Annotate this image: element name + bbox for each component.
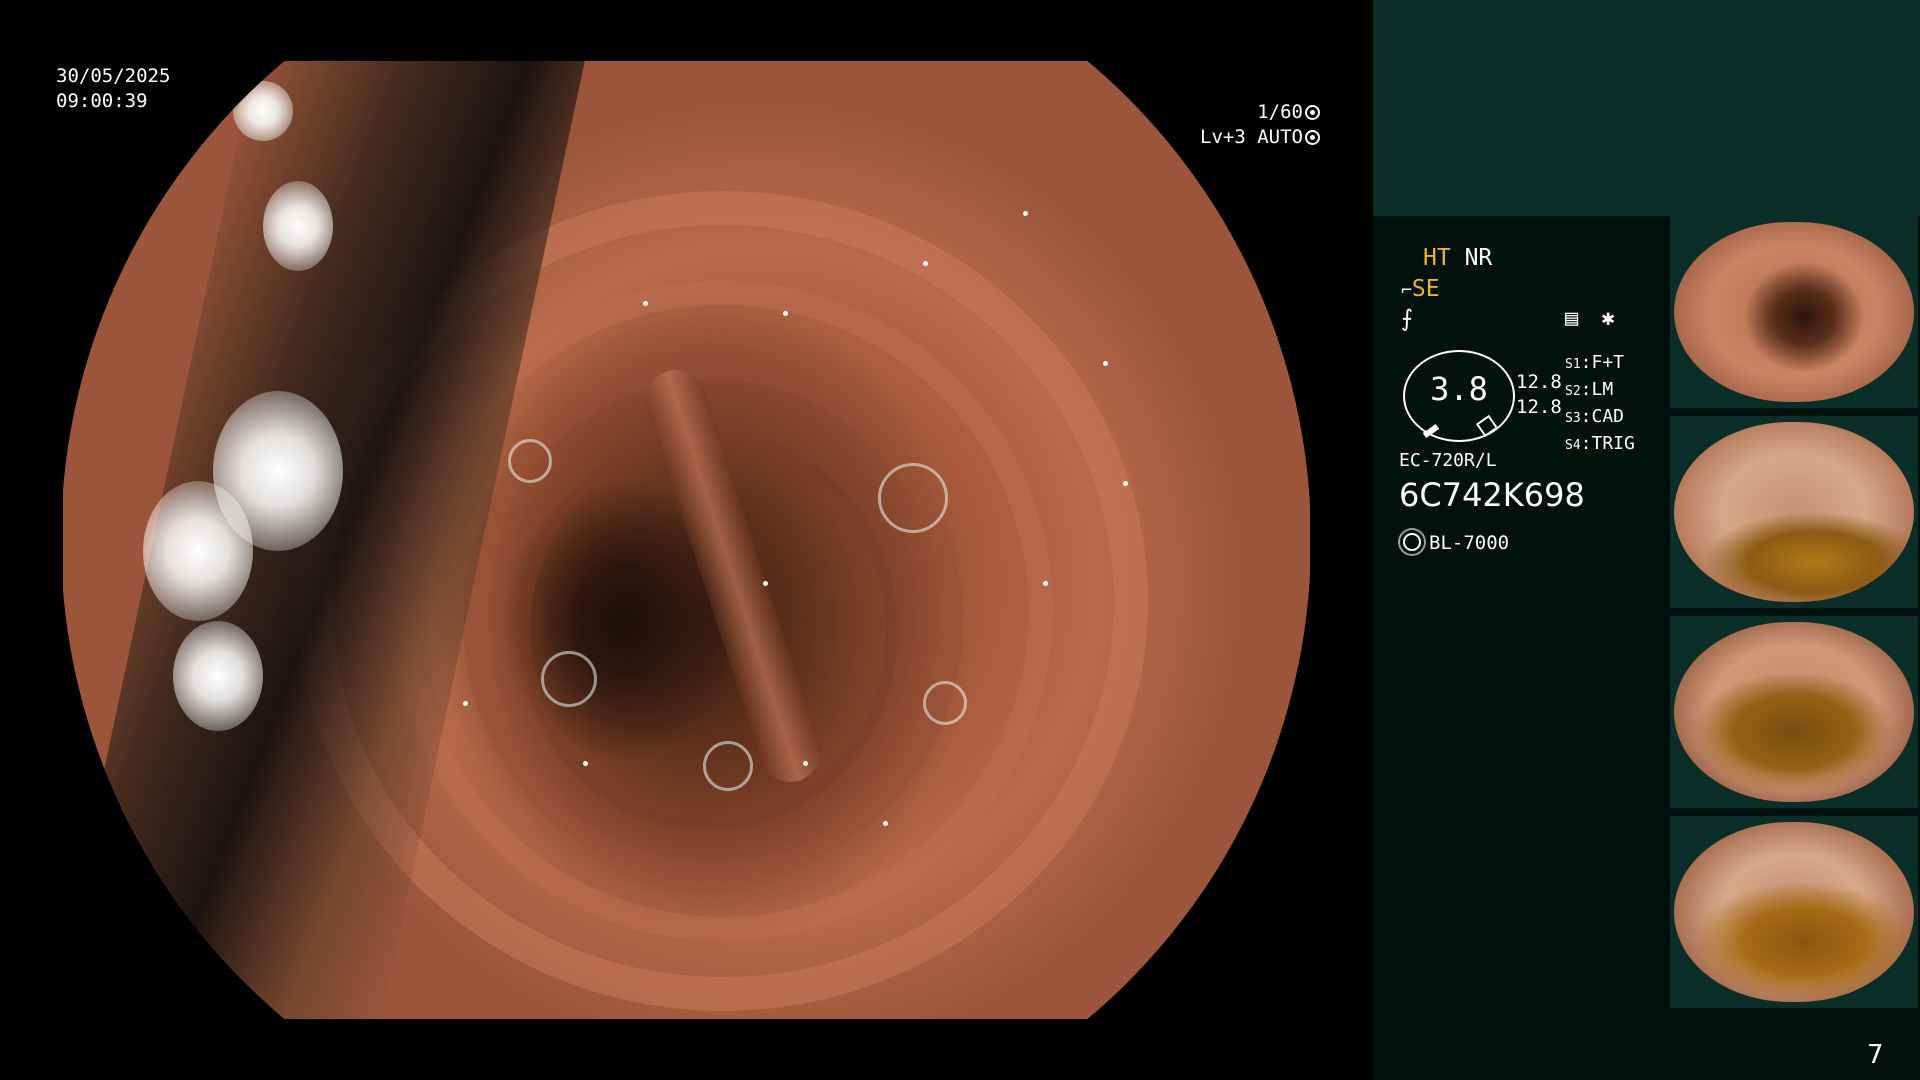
se-label: SE — [1411, 276, 1440, 302]
gauge-numbers: 12.8 12.8 — [1516, 370, 1562, 420]
gauge: 3.8 — [1403, 350, 1515, 442]
switch-row: S4:TRIG — [1565, 433, 1635, 454]
switch-value: TRIG — [1591, 433, 1635, 454]
switch-key: S1 — [1565, 357, 1581, 372]
switch-value: LM — [1591, 379, 1614, 400]
endoscope-view: 30/05/2025 09:00:39 1/60 Lv+3 AUTO — [0, 0, 1373, 1080]
shutter-label: 1/60 — [1257, 101, 1303, 123]
reflection — [803, 761, 808, 766]
light-source-label: BL-7000 — [1429, 532, 1510, 554]
gauge-number-2: 12.8 — [1516, 396, 1562, 418]
endoscopic-image — [61, 61, 1310, 1019]
reflection — [1043, 581, 1048, 586]
scope-model: EC-720R/L — [1399, 450, 1497, 471]
switch-row: S1:F+T — [1565, 352, 1625, 373]
nr-label: NR — [1464, 245, 1493, 271]
capture-thumbnail-2[interactable] — [1670, 416, 1918, 608]
info-panel: HT NR ⌐SE ⨍ ▤ ✱ 3.8 12.8 12.8 S1:F+T S2:… — [1373, 0, 1920, 1080]
reflection — [923, 261, 928, 266]
level-label: Lv+3 — [1200, 126, 1246, 148]
light-source-icon — [1403, 533, 1421, 551]
ht-label: HT — [1423, 245, 1451, 271]
switch-list: S1:F+T S2:LM S3:CAD S4:TRIG — [1565, 350, 1635, 458]
thumbnail-image — [1674, 622, 1914, 802]
level-row: Lv+3 AUTO — [1160, 125, 1320, 150]
switch-key: S3 — [1565, 411, 1581, 426]
gauge-marker-icon — [1475, 414, 1499, 438]
switch-value: F+T — [1591, 352, 1625, 373]
switch-row: S2:LM — [1565, 379, 1614, 400]
switch-row: S3:CAD — [1565, 406, 1625, 427]
auto-exposure-icon — [1305, 130, 1320, 145]
timestamp: 30/05/2025 09:00:39 — [56, 64, 170, 114]
gauge-number-1: 12.8 — [1516, 371, 1562, 393]
reflection — [783, 311, 788, 316]
mode-row-2: ⌐SE — [1401, 276, 1440, 302]
gauge-marker-icon — [1422, 423, 1440, 439]
bubble — [878, 463, 948, 533]
light-glare — [143, 481, 253, 621]
reflection — [883, 821, 888, 826]
panel-header-area — [1373, 0, 1920, 216]
light-glare — [233, 81, 293, 141]
bubble — [923, 681, 967, 725]
thumbnail-image — [1674, 422, 1914, 602]
reflection — [1123, 481, 1128, 486]
exposure-mode-label: AUTO — [1257, 126, 1303, 148]
shutter-row: 1/60 — [1160, 100, 1320, 125]
switch-value: CAD — [1591, 406, 1625, 427]
date-label: 30/05/2025 — [56, 65, 171, 87]
reflection — [763, 581, 768, 586]
enhance-icon: ⨍ — [1401, 306, 1413, 332]
reflection — [1103, 361, 1108, 366]
switch-key: S4 — [1565, 438, 1581, 453]
thumbnail-image — [1674, 822, 1914, 1002]
capture-thumbnail-4[interactable] — [1670, 816, 1918, 1008]
bubble — [703, 741, 753, 791]
gauge-value: 3.8 — [1430, 370, 1488, 408]
light-glare — [173, 621, 263, 731]
bubble — [508, 439, 552, 483]
structure-icon: ⌐ — [1401, 280, 1412, 301]
reflection — [643, 301, 648, 306]
light-glare — [263, 181, 333, 271]
asterisk-icon: ✱ — [1601, 306, 1615, 331]
image-settings-icon: ▤ — [1565, 306, 1579, 331]
reflection — [583, 761, 588, 766]
capture-thumbnail-3[interactable] — [1670, 616, 1918, 808]
aperture-icon — [1305, 105, 1320, 120]
exposure-info: 1/60 Lv+3 AUTO — [1160, 100, 1320, 150]
reflection — [1023, 211, 1028, 216]
page-number: 7 — [1867, 1040, 1884, 1070]
capture-thumbnail-1[interactable] — [1670, 216, 1918, 408]
icon-row: ▤ ✱ — [1565, 306, 1615, 331]
switch-key: S2 — [1565, 384, 1581, 399]
time-label: 09:00:39 — [56, 90, 148, 112]
scope-serial: 6C742K698 — [1399, 476, 1585, 514]
thumbnail-image — [1674, 222, 1914, 402]
reflection — [463, 701, 468, 706]
mode-row-1: HT NR — [1423, 245, 1492, 271]
bubble — [541, 651, 597, 707]
light-source-row: BL-7000 — [1403, 532, 1509, 554]
